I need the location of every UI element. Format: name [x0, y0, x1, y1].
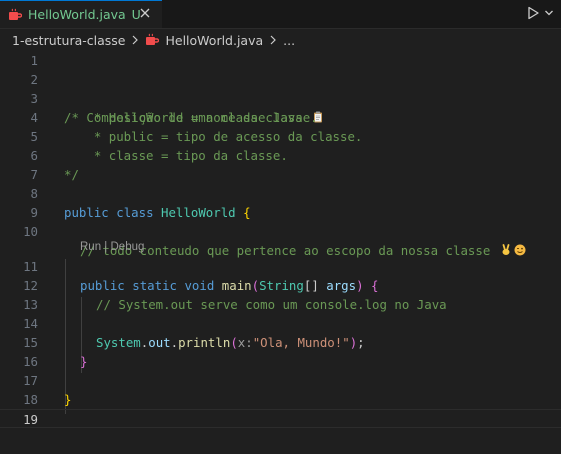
- line-number: 15: [23, 335, 38, 350]
- code-line: 7 */: [0, 165, 561, 184]
- current-line: 19: [0, 409, 561, 428]
- line-number: 1: [30, 53, 38, 68]
- brace: }: [80, 354, 88, 369]
- chevron-down-icon[interactable]: [544, 8, 554, 18]
- comment-text: */: [64, 167, 79, 182]
- code-line: 1: [0, 51, 561, 70]
- code-line: 6 * classe = tipo da classe.: [0, 146, 561, 165]
- code-line: 5 * public = tipo de acesso da classe.: [0, 127, 561, 146]
- line-number: 8: [30, 186, 38, 201]
- breadcrumb: 1-estrutura-classe HelloWorld.java ...: [0, 29, 561, 51]
- winking-face-emoji-icon: [514, 244, 526, 256]
- line-number: 18: [23, 392, 38, 407]
- comment-text: * classe = tipo da classe.: [64, 148, 288, 163]
- chevron-right-icon: [133, 35, 139, 45]
- close-icon[interactable]: [138, 6, 152, 20]
- tab-helloworld-java[interactable]: HelloWorld.java U: [0, 0, 162, 28]
- code-line: 18}: [0, 390, 561, 409]
- line-number: 5: [30, 129, 38, 144]
- victory-hand-emoji-icon: [502, 244, 510, 255]
- tab-label: HelloWorld.java: [28, 7, 126, 22]
- code-line: 12: [0, 276, 561, 295]
- breadcrumb-file[interactable]: HelloWorld.java: [165, 33, 263, 48]
- comment-text: * HelloWorld = nome da classe.: [64, 110, 318, 125]
- codelens-debug[interactable]: Debug: [111, 241, 145, 253]
- code-line: 8 public class HelloWorld {: [0, 184, 561, 220]
- line-number: 17: [23, 373, 38, 388]
- line-number: 14: [23, 316, 38, 331]
- line-number: 13: [23, 297, 38, 312]
- line-number: 12: [23, 278, 38, 293]
- line-number: 9: [30, 205, 38, 220]
- line-number: 10: [23, 224, 38, 239]
- chevron-right-icon: [270, 35, 277, 45]
- line-number: 6: [30, 148, 38, 163]
- line-number: 19: [23, 412, 38, 427]
- comment-text: // System.out serve como um console.log …: [96, 297, 447, 312]
- java-coffee-icon: [146, 33, 160, 45]
- codelens-run[interactable]: Run: [80, 241, 101, 253]
- code-line: 3 /* Composição de uma classe Java: [0, 89, 561, 125]
- line-number: 16: [23, 354, 38, 369]
- line-number: 7: [30, 167, 38, 182]
- editor-tab-bar: HelloWorld.java U: [0, 0, 561, 29]
- code-line: 17: [0, 371, 561, 390]
- code-line: 16}: [0, 352, 561, 371]
- code-line: 4 * HelloWorld = nome da classe.: [0, 108, 561, 127]
- comment-text: * public = tipo de acesso da classe.: [64, 129, 363, 144]
- breadcrumb-folder[interactable]: 1-estrutura-classe: [12, 33, 125, 48]
- java-coffee-icon: [9, 8, 22, 20]
- code-line: 14 System.out.println(x:"Ola, Mundo!");: [0, 314, 561, 350]
- line-number: 4: [30, 110, 38, 125]
- code-line: 13 // System.out serve como um console.lo…: [0, 295, 561, 314]
- line-number: 2: [30, 72, 38, 87]
- breadcrumb-more[interactable]: ...: [283, 33, 295, 48]
- line-number: 3: [30, 91, 38, 106]
- code-line: 10 // todo conteudo que pertence ao esco…: [0, 222, 561, 258]
- brace: }: [64, 392, 72, 407]
- code-line: 9: [0, 203, 561, 222]
- run-play-icon[interactable]: [526, 6, 540, 20]
- code-line: 15: [0, 333, 561, 352]
- code-editor[interactable]: 1 2 3 /* Composição de uma classe Java 4…: [0, 51, 561, 454]
- code-line: 11 public static void main(String[] args…: [0, 257, 561, 293]
- line-number: 11: [23, 259, 38, 274]
- code-line: 2: [0, 70, 561, 89]
- codelens-separator: |: [101, 241, 111, 253]
- codelens: Run | Debug: [80, 241, 144, 253]
